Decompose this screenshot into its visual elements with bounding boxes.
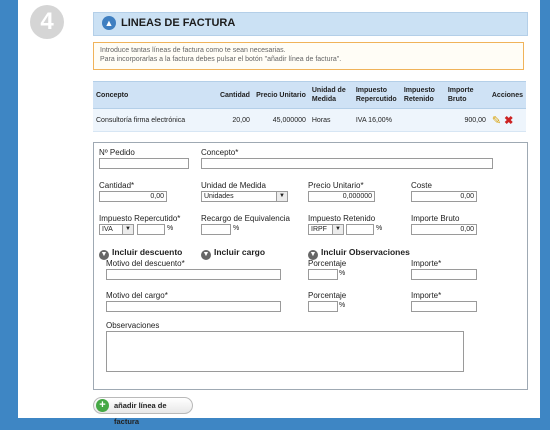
recargo-pct-symbol: %	[233, 225, 240, 232]
cell-cantidad: 20,00	[216, 108, 253, 132]
unidad-select[interactable]: Unidades ▼	[201, 191, 288, 202]
precio-label: Precio Unitario*	[308, 181, 364, 190]
cell-concepto: Consultoría firma electrónica	[93, 108, 217, 132]
incluir-cargo-toggle[interactable]: ▼ Incluir cargo	[201, 247, 265, 260]
col-header-concepto: Concepto	[93, 81, 217, 109]
chevron-down-icon: ▼	[201, 250, 211, 260]
imp-rep-pct-symbol: %	[167, 225, 174, 232]
pedido-label: Nº Pedido	[99, 148, 135, 157]
importe-bruto-input[interactable]: 0,00	[411, 224, 477, 235]
imp-ret-pct-symbol: %	[376, 225, 383, 232]
imp-rep-select[interactable]: IVA ▼	[99, 224, 134, 235]
motivo-descuento-input[interactable]	[106, 269, 281, 280]
dropdown-arrow-icon: ▼	[276, 192, 287, 201]
motivo-cargo-label: Motivo del cargo*	[106, 291, 168, 300]
porcentaje-cargo-input[interactable]	[308, 301, 338, 312]
cantidad-input[interactable]: 0,00	[99, 191, 167, 202]
concepto-label: Concepto*	[201, 148, 239, 157]
unidad-select-value: Unidades	[204, 193, 234, 200]
cell-unidad: Horas	[308, 108, 353, 132]
coste-input[interactable]: 0,00	[411, 191, 477, 202]
dropdown-arrow-icon: ▼	[122, 225, 133, 234]
dropdown-arrow-icon: ▼	[332, 225, 343, 234]
incluir-observaciones-label: Incluir Observaciones	[321, 247, 410, 257]
add-invoice-line-label: añadir línea de factura	[114, 401, 167, 426]
imp-rep-label: Impuesto Repercutido*	[99, 214, 181, 223]
imp-rep-select-value: IVA	[102, 226, 113, 233]
imp-rep-pct-input[interactable]	[137, 224, 165, 235]
cell-acciones: ✎ ✖	[488, 108, 526, 132]
concepto-input[interactable]	[201, 158, 493, 169]
observaciones-label: Observaciones	[106, 321, 160, 330]
section-header[interactable]: ▲ LINEAS DE FACTURA	[93, 12, 528, 36]
step-number-badge: 4	[30, 5, 64, 39]
porcentaje-descuento-label: Porcentaje	[308, 259, 347, 268]
imp-ret-select[interactable]: IRPF ▼	[308, 224, 344, 235]
importe-bruto-label: Importe Bruto	[411, 214, 460, 223]
cantidad-label: Cantidad*	[99, 181, 135, 190]
notice-line-1: Introduce tantas líneas de factura como …	[100, 47, 286, 54]
porcentaje-descuento-pct: %	[339, 270, 346, 277]
cell-precio: 45,000000	[252, 108, 309, 132]
imp-ret-select-value: IRPF	[311, 226, 327, 233]
cell-importe: 900,00	[444, 108, 489, 132]
importe-descuento-input[interactable]	[411, 269, 477, 280]
imp-ret-label: Impuesto Retenido	[308, 214, 376, 223]
add-invoice-line-button[interactable]: + añadir línea de factura	[93, 397, 193, 426]
observaciones-textarea[interactable]	[106, 331, 464, 372]
col-header-unidad: Unidad de Medida	[308, 81, 353, 109]
importe-descuento-label: Importe*	[411, 259, 442, 268]
porcentaje-cargo-pct: %	[339, 302, 346, 309]
col-header-importe: Importe Bruto	[444, 81, 489, 109]
invoice-lines-panel: 4 ▲ LINEAS DE FACTURA Introduce tantas l…	[0, 0, 550, 426]
coste-label: Coste	[411, 181, 432, 190]
invoice-lines-table: Concepto Cantidad Precio Unitario Unidad…	[93, 81, 526, 132]
precio-input[interactable]: 0,000000	[308, 191, 375, 202]
section-title: LINEAS DE FACTURA	[121, 17, 236, 29]
importe-cargo-label: Importe*	[411, 291, 442, 300]
porcentaje-cargo-label: Porcentaje	[308, 291, 347, 300]
edit-pencil-icon[interactable]: ✎	[492, 115, 501, 127]
imp-ret-pct-input[interactable]	[346, 224, 374, 235]
col-header-cantidad: Cantidad	[216, 81, 253, 109]
importe-cargo-input[interactable]	[411, 301, 477, 312]
col-header-impuesto-ret: Impuesto Retenido	[400, 81, 445, 109]
add-plus-icon: +	[96, 399, 109, 412]
incluir-cargo-label: Incluir cargo	[214, 247, 266, 257]
col-header-precio: Precio Unitario	[252, 81, 309, 109]
info-notice: Introduce tantas líneas de factura como …	[93, 42, 524, 70]
pedido-input[interactable]	[99, 158, 189, 169]
collapse-arrow-icon[interactable]: ▲	[102, 16, 116, 30]
cell-impuesto-rep: IVA 16,00%	[352, 108, 401, 132]
table-row: Consultoría firma electrónica 20,00 45,0…	[93, 108, 526, 132]
motivo-cargo-input[interactable]	[106, 301, 281, 312]
recargo-input[interactable]	[201, 224, 231, 235]
unidad-label: Unidad de Medida	[201, 181, 266, 190]
delete-x-icon[interactable]: ✖	[504, 115, 513, 127]
porcentaje-descuento-input[interactable]	[308, 269, 338, 280]
line-entry-form: Nº Pedido Concepto* Cantidad* 0,00 Unida…	[93, 142, 528, 390]
notice-line-2: Para incorporarlas a la factura debes pu…	[100, 56, 342, 63]
recargo-label: Recargo de Equivalencia	[201, 214, 290, 223]
motivo-descuento-label: Motivo del descuento*	[106, 259, 185, 268]
col-header-impuesto-rep: Impuesto Repercutido	[352, 81, 401, 109]
table-header-row: Concepto Cantidad Precio Unitario Unidad…	[93, 81, 526, 109]
incluir-descuento-label: Incluir descuento	[112, 247, 183, 257]
cell-impuesto-ret	[400, 108, 445, 132]
col-header-acciones: Acciones	[488, 81, 526, 109]
